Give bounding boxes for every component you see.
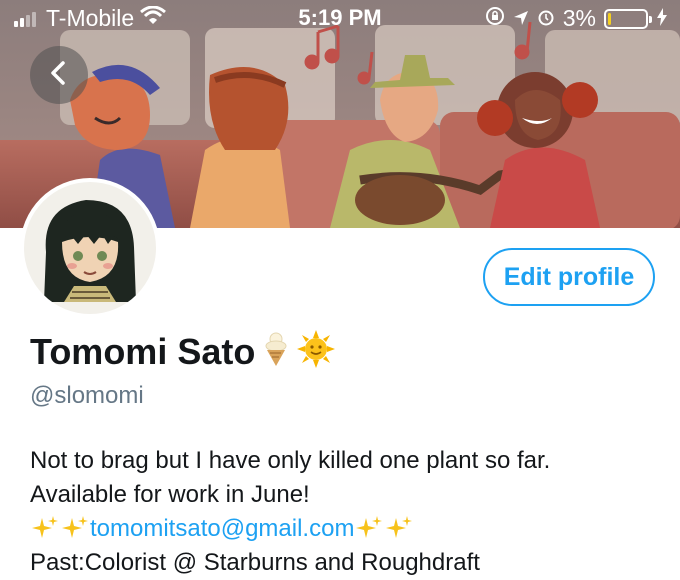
sparkles-icon xyxy=(30,514,60,544)
bio-email-line: tomomitsato@gmail.com xyxy=(30,512,670,546)
profile-handle: @slomomi xyxy=(30,382,144,409)
ice-cream-icon xyxy=(263,331,289,372)
bio-line: Available for work in June! xyxy=(30,481,310,508)
edit-profile-button[interactable]: Edit profile xyxy=(483,248,655,306)
sparkles-icon xyxy=(354,514,384,544)
sparkles-icon xyxy=(60,514,90,544)
bio-line: Not to brag but I have only killed one p… xyxy=(30,447,551,474)
bio-line: Past:Colorist @ Starburns and Roughdraft xyxy=(30,549,480,576)
display-name: Tomomi Sato xyxy=(30,330,256,372)
profile-name-row: Tomomi Sato xyxy=(30,330,336,373)
avatar[interactable] xyxy=(20,178,160,318)
battery-icon xyxy=(604,8,652,29)
chevron-left-icon xyxy=(48,60,70,91)
alarm-icon xyxy=(537,5,555,32)
charging-icon xyxy=(656,5,668,32)
profile-bio: Not to brag but I have only killed one p… xyxy=(30,444,670,580)
back-button[interactable] xyxy=(30,46,88,104)
location-icon xyxy=(513,5,529,32)
status-bar: T-Mobile 5:19 PM 3% xyxy=(0,0,680,36)
sun-icon xyxy=(297,330,336,373)
battery-percent: 3% xyxy=(562,5,596,31)
orientation-lock-icon xyxy=(485,5,505,32)
email-link[interactable]: tomomitsato@gmail.com xyxy=(90,512,354,546)
sparkles-icon xyxy=(384,514,414,544)
